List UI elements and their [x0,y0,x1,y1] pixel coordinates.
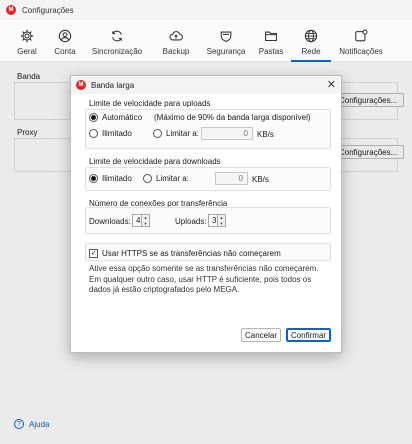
upload-unit-label: KB/s [257,130,274,139]
tab-backup-label: Backup [162,47,190,56]
uploads-count-label: Uploads: [175,217,207,226]
confirm-button[interactable]: Confirmar [286,328,331,342]
mega-logo-icon: M [6,5,16,15]
radio-selected-icon [89,174,98,183]
download-unlimited-radio[interactable]: Ilimitado [89,174,132,183]
radio-icon [143,174,152,183]
tab-rede-label: Rede [301,47,321,56]
tab-geral-label: Geral [17,47,37,56]
tab-sincronizacao[interactable]: Sincronização [86,20,148,62]
tab-pastas-label: Pastas [258,47,284,56]
dialog-titlebar: M Banda larga ✕ [71,76,341,94]
use-https-label: Usar HTTPS se as transferências não come… [102,249,281,258]
sync-icon [112,30,122,42]
tab-geral[interactable]: Geral [10,20,44,62]
tab-backup[interactable]: Backup [154,20,198,62]
folder-icon [265,31,277,41]
shield-icon [220,31,232,42]
download-limit-label: Limitar a: [156,174,189,183]
https-info-text: Ative essa opção somente se as transferê… [89,264,319,294]
settings-toolbar: Geral Conta Sincronização Backup Seguran… [0,20,412,62]
tab-rede[interactable]: Rede [291,20,331,62]
window-title: Configurações [22,5,74,15]
radio-icon [89,129,98,138]
downloads-count-label: Downloads: [89,217,131,226]
upload-auto-radio[interactable]: Automático [89,113,142,122]
upload-limit-input[interactable]: 0 [201,127,253,140]
tab-sincronizacao-label: Sincronização [91,47,143,56]
download-limit-input[interactable]: 0 [215,172,248,185]
tab-notificacoes-label: Notificações [339,47,383,56]
cancel-button[interactable]: Cancelar [241,328,281,342]
tab-notificacoes[interactable]: Notificações [333,20,389,62]
uploads-count-input[interactable]: 3 [208,214,218,227]
uploads-count-stepper[interactable]: ▲ ▼ [218,214,226,227]
close-icon[interactable]: ✕ [327,78,336,92]
upload-limit-label: Limitar a: [166,129,199,138]
tab-seguranca[interactable]: Segurança [200,20,252,62]
tab-conta[interactable]: Conta [44,20,86,62]
notification-icon [355,29,368,42]
tab-conta-label: Conta [54,47,76,56]
bandwidth-dialog: M Banda larga ✕ Limite de velocidade par… [70,75,342,353]
download-unlimited-label: Ilimitado [102,174,132,183]
upload-limit-title: Limite de velocidade para uploads [89,99,211,108]
downloads-count-stepper[interactable]: ▲ ▼ [142,214,150,227]
upload-auto-note: (Máximo de 90% da banda larga disponível… [154,113,311,122]
tab-pastas[interactable]: Pastas [252,20,290,62]
upload-unlimited-radio[interactable]: Ilimitado [89,129,132,138]
use-https-checkbox[interactable]: ✓ Usar HTTPS se as transferências não co… [89,249,281,258]
tab-seguranca-label: Segurança [206,47,246,56]
globe-icon [304,29,318,43]
mega-logo-icon: M [76,80,86,90]
download-unit-label: KB/s [252,175,269,184]
gear-icon [20,29,34,43]
upload-unlimited-label: Ilimitado [102,129,132,138]
radio-selected-icon [89,113,98,122]
checkmark-icon: ✓ [89,249,98,258]
account-icon [58,29,72,43]
radio-icon [153,129,162,138]
cloud-upload-icon [169,31,183,41]
upload-auto-label: Automático [102,113,143,122]
download-limit-radio[interactable]: Limitar a: [143,174,189,183]
window-titlebar: M Configurações [0,0,412,20]
downloads-count-input[interactable]: 4 [132,214,142,227]
dialog-title: Banda larga [91,80,135,90]
upload-limit-radio[interactable]: Limitar a: [153,129,199,138]
download-limit-title: Limite de velocidade para downloads [89,157,221,166]
